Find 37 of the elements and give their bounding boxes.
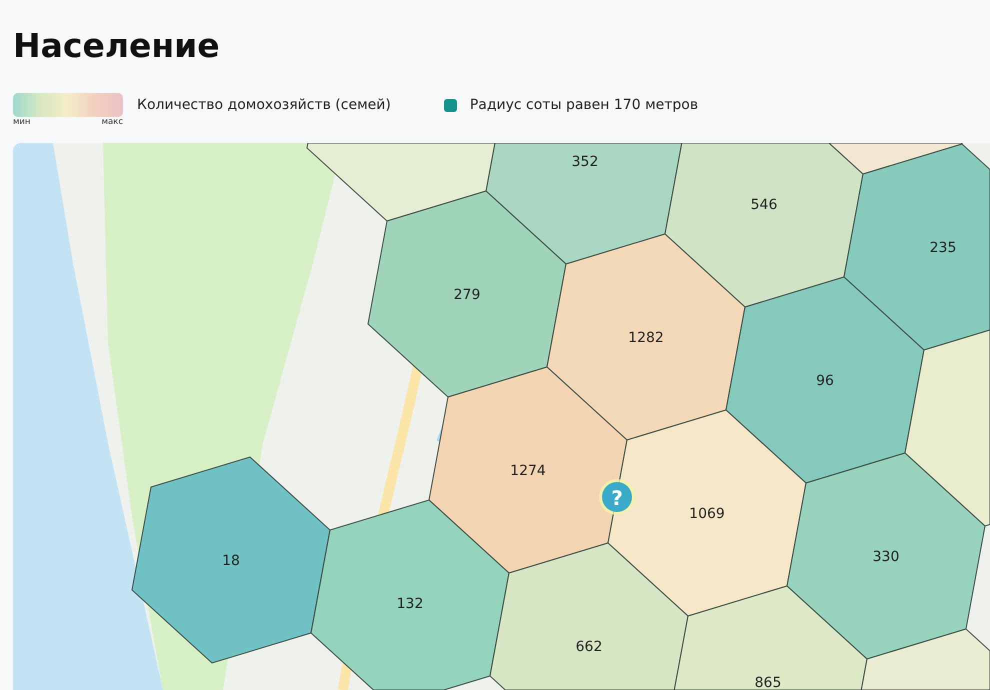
hex-cell[interactable] (674, 585, 868, 690)
scale-max-label: макс (102, 117, 123, 127)
help-marker[interactable]: ? (599, 479, 635, 515)
hex-cell[interactable] (786, 452, 986, 660)
hex-value: 1282 (628, 330, 664, 346)
hex-value: 662 (576, 639, 602, 655)
hex-cell[interactable] (489, 542, 689, 690)
hex-value: 1274 (510, 463, 546, 479)
hex-cell[interactable] (546, 233, 746, 441)
hex-value: 96 (816, 373, 834, 389)
page-title: Население (13, 26, 220, 66)
hex-value: 546 (750, 197, 778, 213)
hex-cell[interactable] (828, 143, 963, 175)
scale-min-label: мин (13, 117, 30, 127)
hex-cell[interactable] (725, 276, 925, 484)
legend-label: Количество домохозяйств (семей) (137, 96, 391, 115)
hex-value: 1069 (689, 506, 725, 522)
hex-cell[interactable] (367, 190, 567, 398)
hex-value: 132 (396, 596, 424, 612)
hex-cell[interactable] (306, 143, 496, 222)
hex-value: 352 (572, 154, 598, 170)
hex-cell[interactable] (664, 143, 864, 308)
hex-cell[interactable] (428, 366, 628, 574)
hex-value: 330 (872, 549, 900, 565)
hex-cell[interactable] (310, 499, 510, 690)
hex-cell[interactable] (485, 143, 682, 265)
hex-value: 865 (754, 675, 782, 690)
hex-cell[interactable] (607, 409, 807, 617)
hex-cell[interactable] (843, 143, 990, 351)
hex-cell[interactable] (904, 329, 990, 527)
hex-cell[interactable] (131, 456, 331, 664)
hex-value: 235 (930, 240, 956, 256)
legend-swatch (444, 99, 457, 112)
hex-value: 279 (454, 287, 480, 303)
legend-label: Радиус соты равен 170 метров (470, 96, 698, 115)
hex-cell[interactable] (860, 628, 990, 690)
hex-value: 18 (222, 553, 240, 569)
